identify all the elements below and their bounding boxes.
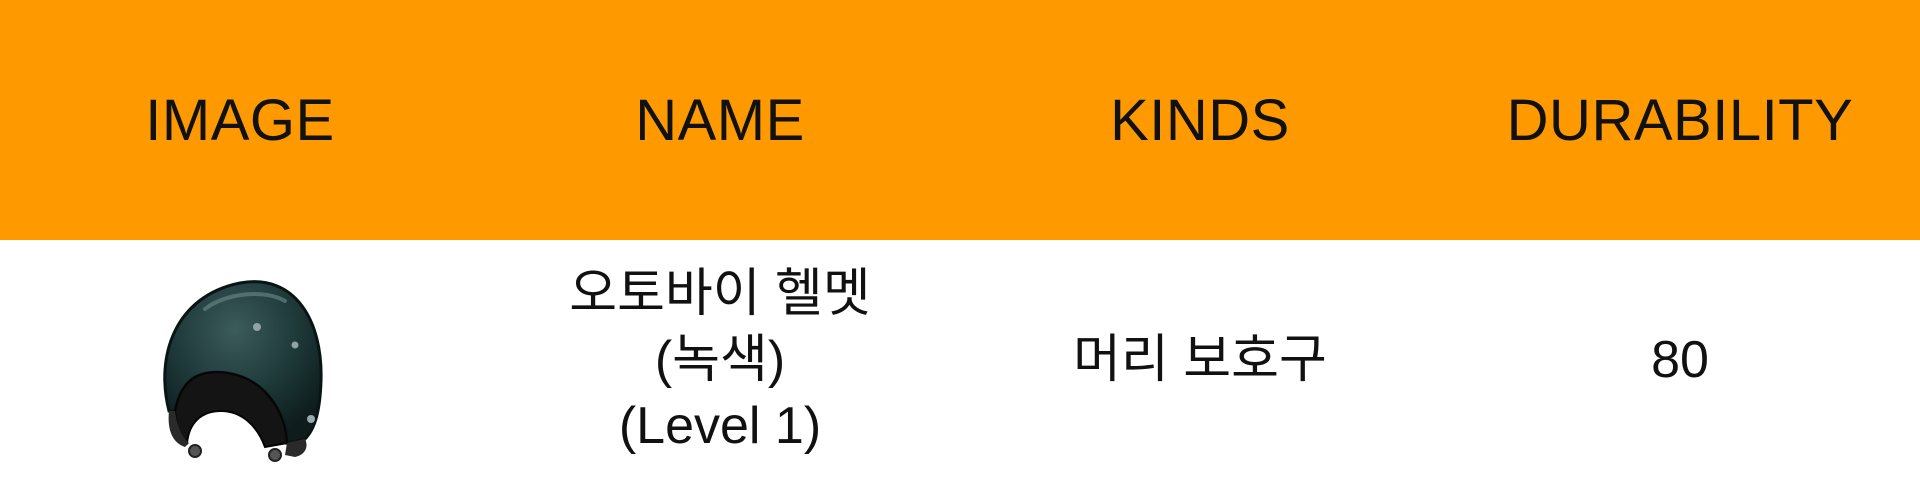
item-name-line-2: (녹색)	[654, 331, 786, 389]
helmet-icon	[145, 261, 335, 471]
header-kinds: KINDS	[1110, 87, 1290, 153]
item-name-line-1: 오토바이 헬멧	[569, 265, 871, 323]
item-name-line-3: (Level 1)	[618, 397, 822, 455]
item-kind-cell: 머리 보호구	[1073, 331, 1327, 389]
table-header-row: IMAGE NAME KINDS DURABILITY	[0, 0, 1920, 240]
item-image-cell	[0, 255, 480, 465]
header-image: IMAGE	[145, 87, 335, 153]
item-table: IMAGE NAME KINDS DURABILITY 오토바이 헬멧 (녹색)…	[0, 0, 1920, 480]
header-name: NAME	[635, 87, 805, 153]
table-row: 오토바이 헬멧 (녹색) (Level 1) 머리 보호구 80	[0, 240, 1920, 480]
item-name-cell: 오토바이 헬멧 (녹색) (Level 1)	[480, 261, 960, 459]
item-durability-cell: 80	[1651, 331, 1709, 389]
header-durability: DURABILITY	[1506, 87, 1854, 153]
